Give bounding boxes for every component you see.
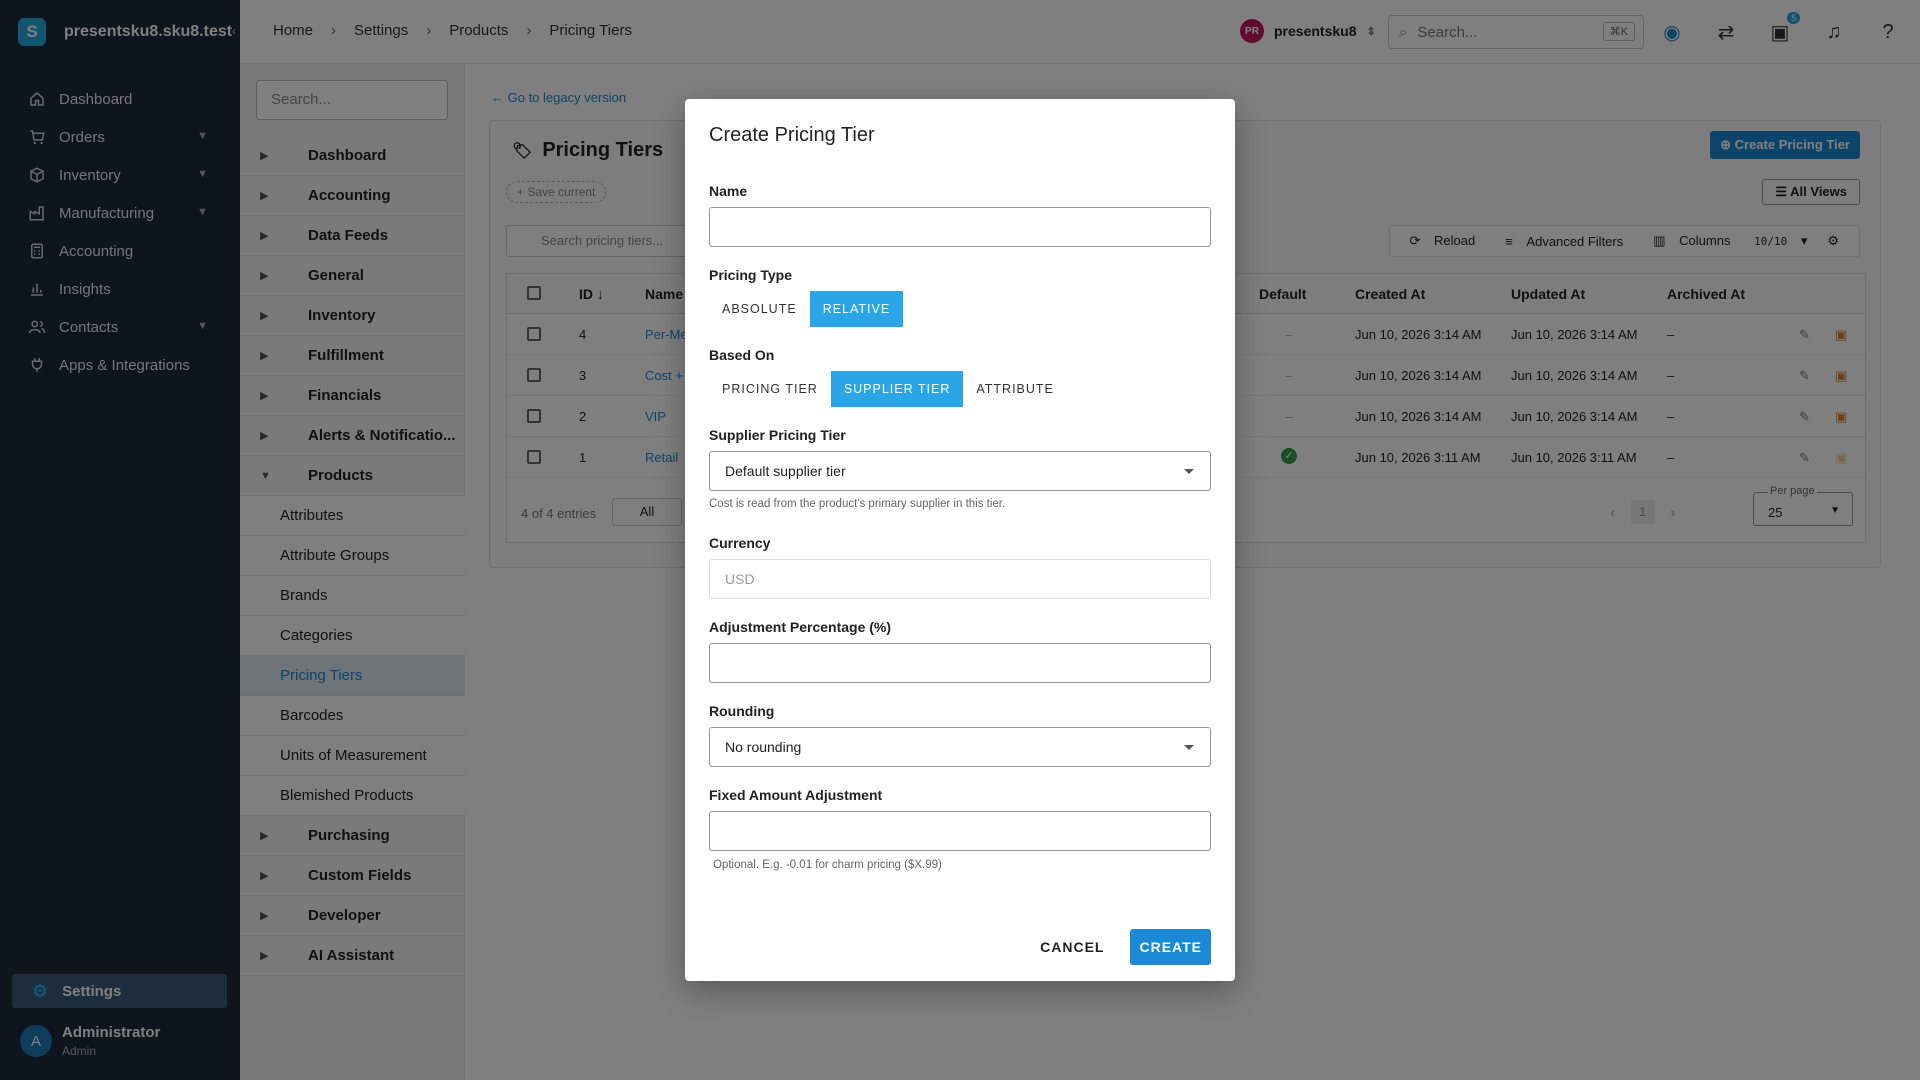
pricing-type-toggle: ABSOLUTE RELATIVE: [709, 291, 904, 327]
app-root: S presentsku8.sku8.test ‹ Dashboard Orde…: [0, 0, 1920, 1080]
supplier-tier-label: Supplier Pricing Tier: [709, 427, 846, 443]
currency-label: Currency: [709, 535, 771, 551]
caret-down-icon: [1184, 745, 1194, 750]
rounding-value: No rounding: [725, 739, 802, 755]
caret-down-icon: [1184, 469, 1194, 474]
cancel-button[interactable]: CANCEL: [1030, 929, 1114, 965]
create-button[interactable]: CREATE: [1130, 929, 1211, 965]
rounding-select[interactable]: No rounding: [709, 727, 1211, 767]
name-field[interactable]: [709, 207, 1211, 247]
dialog-actions: CANCEL CREATE: [1030, 929, 1211, 965]
dialog-title: Create Pricing Tier: [709, 124, 875, 146]
adjustment-percentage-field[interactable]: [709, 643, 1211, 683]
name-label: Name: [709, 183, 748, 199]
based-on-supplier-tier[interactable]: SUPPLIER TIER: [830, 371, 964, 407]
currency-field: USD: [709, 559, 1211, 599]
pricing-type-absolute[interactable]: ABSOLUTE: [709, 291, 810, 327]
based-on-pricing-tier[interactable]: PRICING TIER: [709, 371, 831, 407]
supplier-tier-helper: Cost is read from the product's primary …: [709, 498, 1006, 510]
based-on-label: Based On: [709, 347, 775, 363]
adjustment-percentage-label: Adjustment Percentage (%): [709, 619, 892, 635]
pricing-type-relative[interactable]: RELATIVE: [809, 291, 904, 327]
supplier-tier-value: Default supplier tier: [725, 463, 846, 479]
based-on-attribute[interactable]: ATTRIBUTE: [963, 371, 1067, 407]
fixed-amount-label: Fixed Amount Adjustment: [709, 787, 883, 803]
create-pricing-tier-dialog: Create Pricing Tier Name Pricing Type AB…: [685, 99, 1235, 981]
based-on-toggle: PRICING TIER SUPPLIER TIER ATTRIBUTE: [709, 371, 1067, 407]
supplier-tier-select[interactable]: Default supplier tier: [709, 451, 1211, 491]
pricing-type-label: Pricing Type: [709, 267, 792, 283]
fixed-amount-helper: Optional. E.g. -0.01 for charm pricing (…: [713, 859, 942, 871]
rounding-label: Rounding: [709, 703, 775, 719]
fixed-amount-field[interactable]: [709, 811, 1211, 851]
